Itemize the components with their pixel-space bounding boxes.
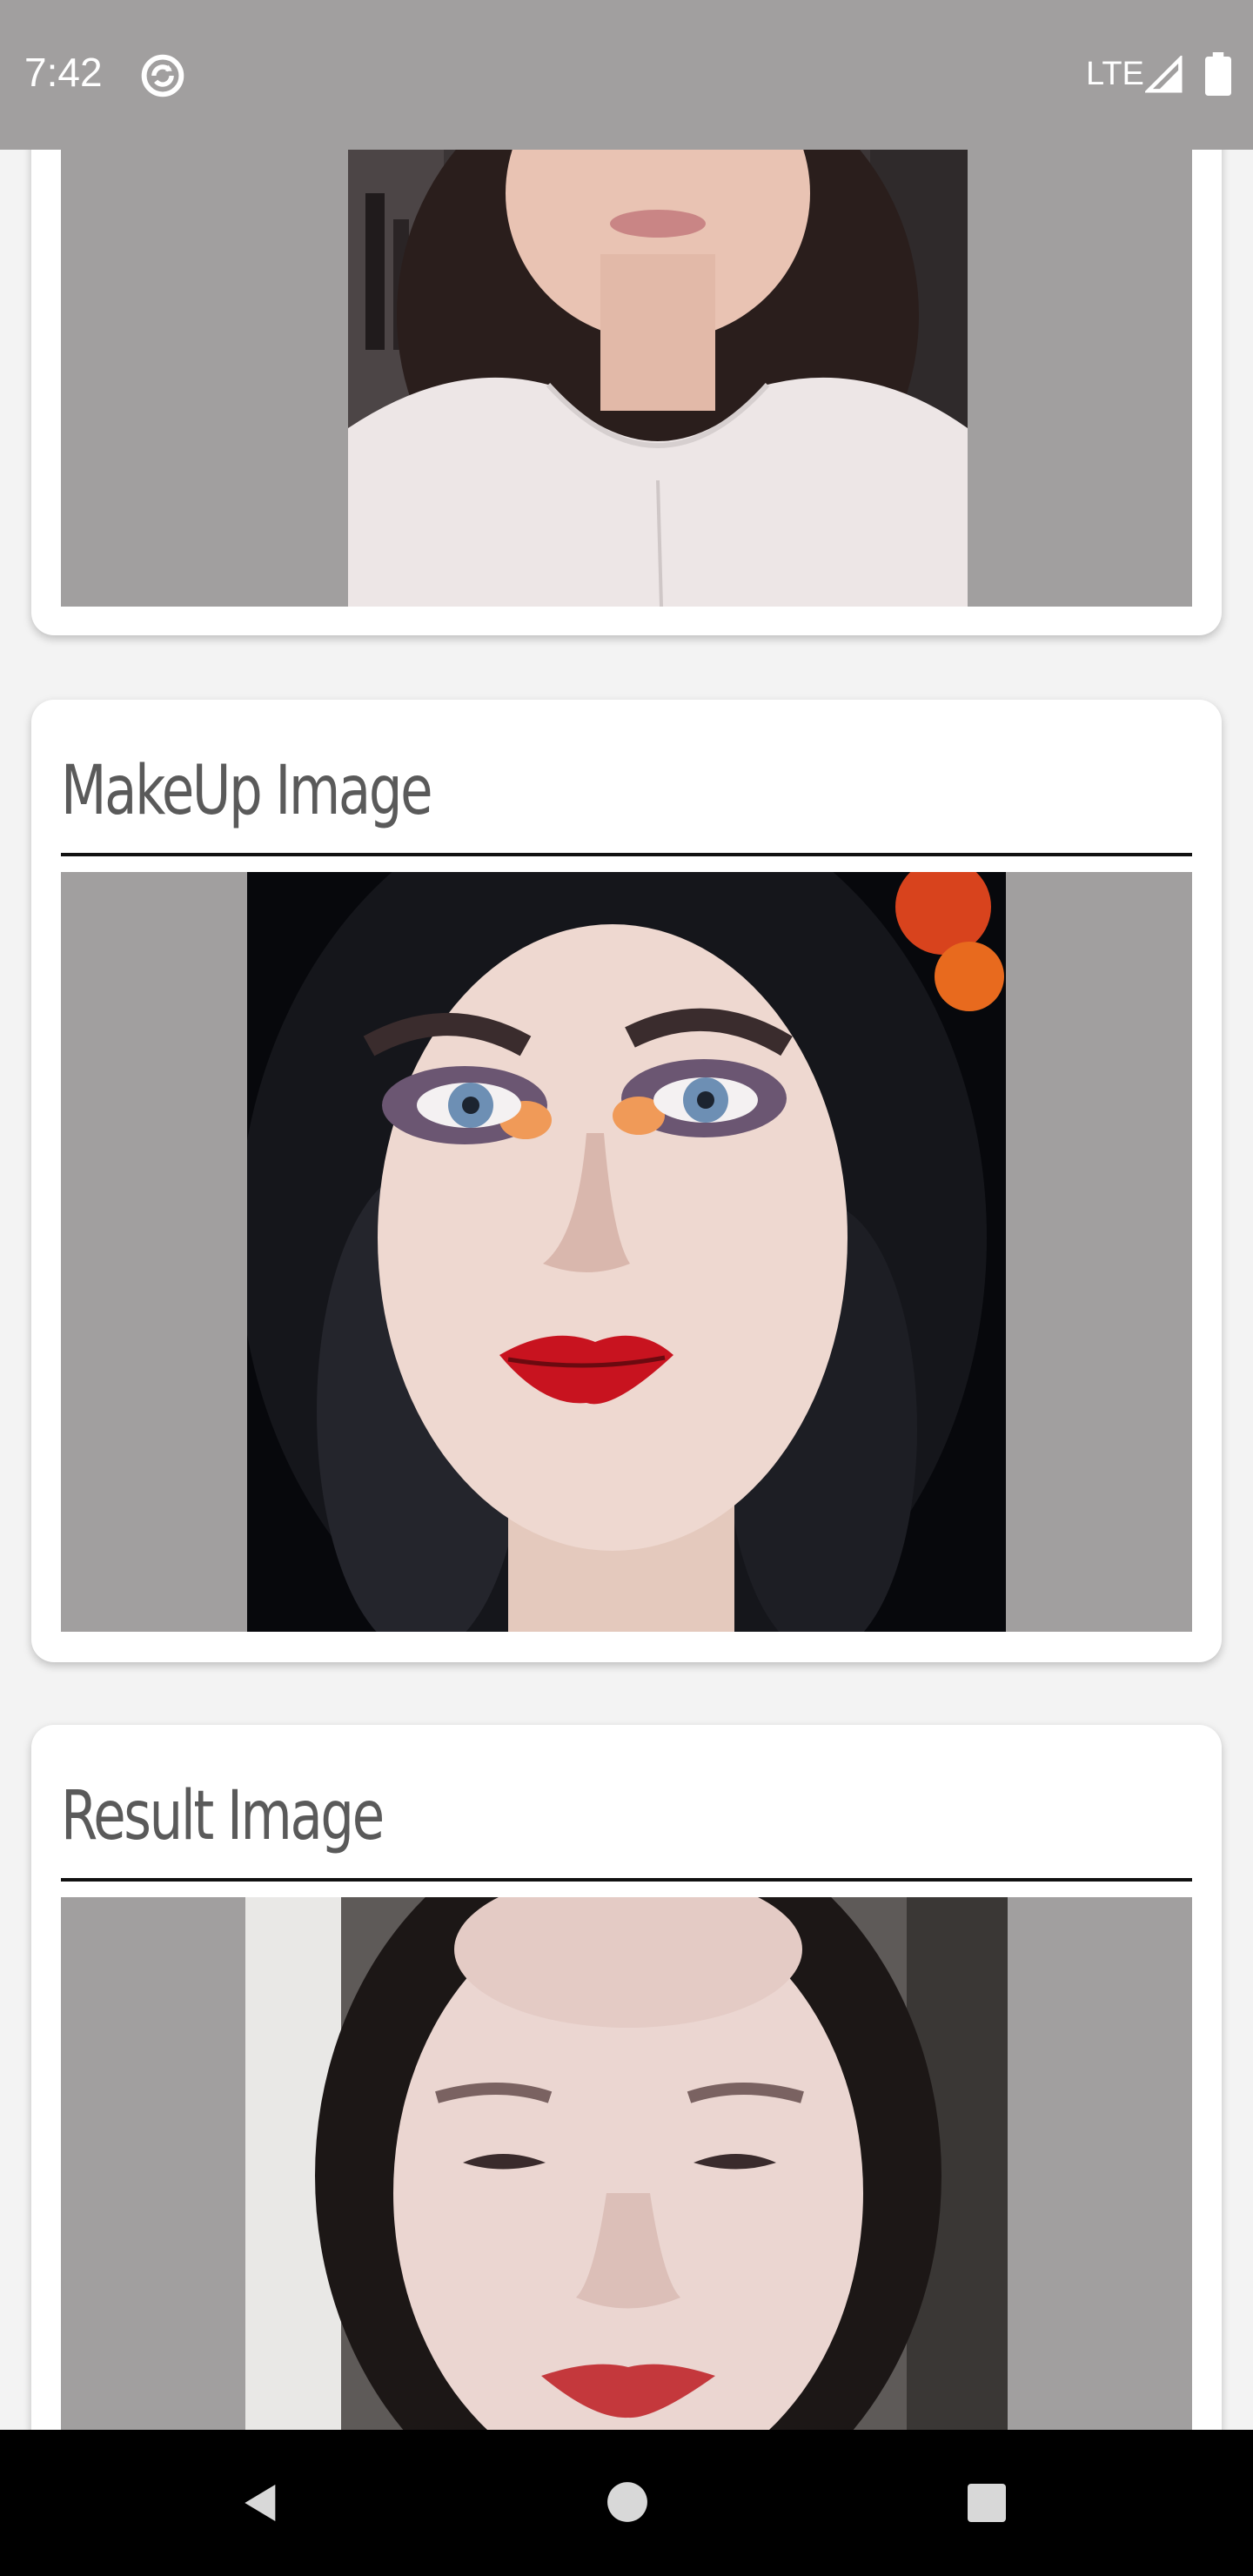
recents-icon[interactable] — [966, 2482, 1008, 2524]
makeup-image-frame — [61, 872, 1192, 1632]
source-image-card — [31, 150, 1222, 635]
scroll-content[interactable]: MakeUp Image Result Image — [0, 150, 1253, 2430]
result-image-frame — [61, 1897, 1192, 2430]
sync-icon — [141, 54, 184, 97]
result-title-divider — [61, 1878, 1192, 1882]
battery-icon — [1205, 52, 1231, 96]
result-photo-drawing — [245, 1897, 1008, 2430]
navigation-bar — [0, 2430, 1253, 2576]
makeup-image-title: MakeUp Image — [61, 752, 433, 830]
result-image-title: Result Image — [61, 1777, 385, 1855]
makeup-title-divider — [61, 853, 1192, 856]
result-image-card: Result Image — [31, 1725, 1222, 2430]
source-photo-drawing — [348, 150, 968, 607]
status-bar: 7:42 LTE — [0, 0, 1253, 150]
result-image[interactable] — [245, 1897, 1008, 2430]
back-icon[interactable] — [237, 2479, 285, 2527]
makeup-image-card: MakeUp Image — [31, 700, 1222, 1662]
makeup-image[interactable] — [247, 872, 1006, 1632]
source-image[interactable] — [348, 150, 968, 607]
source-image-frame — [61, 150, 1192, 607]
makeup-photo-drawing — [247, 872, 1006, 1632]
network-type-label: LTE — [1086, 56, 1144, 92]
home-icon[interactable] — [606, 2480, 649, 2524]
signal-icon — [1145, 56, 1183, 93]
status-time: 7:42 — [24, 50, 103, 95]
